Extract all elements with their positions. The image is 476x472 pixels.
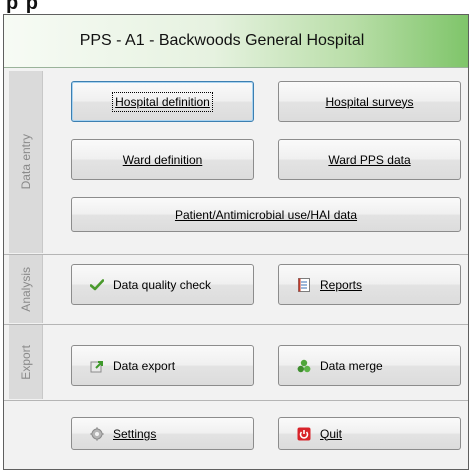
hospital-surveys-label: Hospital surveys bbox=[325, 94, 414, 109]
ward-pps-data-label: Ward PPS data bbox=[328, 152, 411, 167]
data-export-label: Data export bbox=[113, 358, 176, 373]
data-merge-label: Data merge bbox=[320, 358, 383, 373]
ward-definition-label: Ward definition bbox=[122, 152, 203, 167]
section-divider bbox=[4, 324, 468, 325]
settings-button[interactable]: Settings bbox=[71, 417, 254, 450]
hospital-surveys-button[interactable]: Hospital surveys bbox=[278, 81, 461, 122]
report-icon bbox=[296, 277, 312, 293]
ward-definition-button[interactable]: Ward definition bbox=[71, 139, 254, 180]
gear-icon bbox=[89, 426, 105, 442]
hospital-definition-label: Hospital definition bbox=[112, 91, 213, 112]
main-window: PPS - A1 - Backwoods General Hospital Da… bbox=[3, 14, 469, 470]
hospital-definition-button[interactable]: Hospital definition bbox=[71, 81, 254, 122]
data-quality-check-label: Data quality check bbox=[113, 277, 212, 292]
section-tab-data-entry: Data entry bbox=[9, 71, 43, 253]
power-icon bbox=[296, 426, 312, 442]
section-divider bbox=[4, 400, 468, 401]
window-title: PPS - A1 - Backwoods General Hospital bbox=[79, 32, 365, 49]
cropped-heading: p p bbox=[0, 0, 476, 14]
checkmark-icon bbox=[89, 277, 105, 293]
quit-label: Quit bbox=[320, 426, 343, 441]
section-label-export: Export bbox=[18, 344, 33, 380]
data-export-button[interactable]: Data export bbox=[71, 345, 254, 386]
reports-button[interactable]: Reports bbox=[278, 264, 461, 305]
quit-button[interactable]: Quit bbox=[278, 417, 461, 450]
cropped-heading-text: p p bbox=[6, 0, 39, 14]
data-quality-check-button[interactable]: Data quality check bbox=[71, 264, 254, 305]
reports-label: Reports bbox=[320, 277, 363, 292]
section-tab-export: Export bbox=[9, 325, 43, 399]
section-divider bbox=[4, 254, 468, 255]
patient-data-label: Patient/Antimicrobial use/HAI data bbox=[174, 207, 358, 222]
export-icon bbox=[89, 358, 105, 374]
data-merge-button[interactable]: Data merge bbox=[278, 345, 461, 386]
ward-pps-data-button[interactable]: Ward PPS data bbox=[278, 139, 461, 180]
section-label-analysis: Analysis bbox=[18, 266, 33, 312]
section-tab-analysis: Analysis bbox=[9, 255, 43, 323]
section-label-data-entry: Data entry bbox=[18, 134, 33, 190]
title-bar: PPS - A1 - Backwoods General Hospital bbox=[4, 15, 468, 68]
merge-icon bbox=[296, 358, 312, 374]
patient-data-button[interactable]: Patient/Antimicrobial use/HAI data bbox=[71, 197, 461, 232]
settings-label: Settings bbox=[113, 426, 157, 441]
